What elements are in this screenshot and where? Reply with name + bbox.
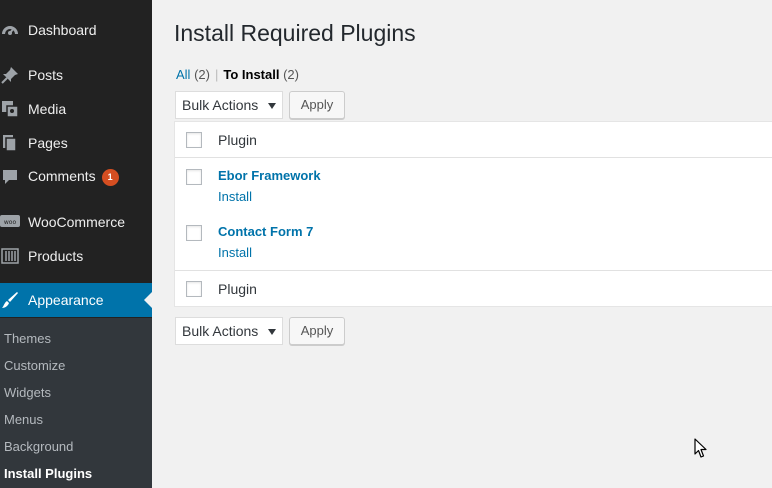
submenu-themes[interactable]: Themes <box>4 331 51 346</box>
filter-all-link[interactable]: All (2) <box>176 67 210 82</box>
menu-item-appearance[interactable]: Appearance <box>0 283 152 317</box>
comment-icon <box>0 167 20 187</box>
bulk-actions-label-top: Bulk Actions <box>182 97 259 113</box>
filter-separator: | <box>214 67 219 82</box>
products-icon <box>0 246 20 266</box>
pages-icon <box>0 133 20 153</box>
menu-label-pages: Pages <box>28 135 68 151</box>
bulk-actions-label-bottom: Bulk Actions <box>182 323 259 339</box>
bulk-actions-select-bottom[interactable]: Bulk Actions <box>175 317 283 345</box>
plugin-filter-links: All (2) | To Install (2) <box>176 67 299 82</box>
submenu-menus[interactable]: Menus <box>4 412 43 427</box>
filter-all-count: (2) <box>194 67 210 82</box>
row-checkbox-ebor-framework[interactable] <box>186 169 202 185</box>
column-footer-plugin: Plugin <box>218 281 257 297</box>
page-title: Install Required Plugins <box>174 20 416 46</box>
submenu-background[interactable]: Background <box>4 439 73 454</box>
woocommerce-icon: woo <box>0 212 20 232</box>
menu-label-dashboard: Dashboard <box>28 22 97 38</box>
column-header-plugin: Plugin <box>218 132 257 148</box>
menu-label-woocommerce: WooCommerce <box>28 214 125 230</box>
table-header-row: Plugin <box>175 122 772 158</box>
filter-to-install-count: (2) <box>283 67 299 82</box>
filter-to-install-link[interactable]: To Install (2) <box>223 67 299 82</box>
apply-button-top[interactable]: Apply <box>289 91 345 119</box>
submenu-widgets[interactable]: Widgets <box>4 385 51 400</box>
main-content: Install Required Plugins All (2) | To Inst… <box>152 0 772 488</box>
plugins-table: Plugin Ebor Framework Install Contact Fo… <box>174 121 772 307</box>
menu-item-products[interactable]: Products <box>0 239 152 273</box>
menu-label-appearance: Appearance <box>28 292 104 308</box>
menu-item-dashboard[interactable]: Dashboard <box>0 13 152 47</box>
menu-label-products: Products <box>28 248 84 264</box>
mouse-cursor-icon <box>694 438 708 465</box>
appearance-submenu: Themes Customize Widgets Menus Backgroun… <box>0 318 152 488</box>
menu-item-woocommerce[interactable]: woo WooCommerce <box>0 205 152 239</box>
pin-icon <box>0 65 20 85</box>
plugin-name-link[interactable]: Ebor Framework <box>218 168 321 183</box>
select-all-checkbox-top[interactable] <box>186 132 202 148</box>
menu-label-media: Media <box>28 101 67 117</box>
svg-text:woo: woo <box>4 219 17 226</box>
install-link[interactable]: Install <box>218 245 252 260</box>
menu-item-posts[interactable]: Posts <box>0 58 152 92</box>
chevron-down-icon <box>268 329 276 335</box>
table-footer-row: Plugin <box>175 270 772 306</box>
chevron-down-icon <box>268 103 276 109</box>
apply-button-bottom[interactable]: Apply <box>289 317 345 345</box>
menu-item-media[interactable]: Media <box>0 92 152 126</box>
menu-item-comments[interactable]: Comments 1 <box>0 160 152 194</box>
plugin-name-link[interactable]: Contact Form 7 <box>218 224 313 239</box>
install-link[interactable]: Install <box>218 189 252 204</box>
media-icon <box>0 99 20 119</box>
row-checkbox-contact-form-7[interactable] <box>186 225 202 241</box>
admin-sidebar: Dashboard Posts Media Pages Comments 1 wo… <box>0 0 152 488</box>
brush-icon <box>0 290 20 310</box>
bulk-actions-select-top[interactable]: Bulk Actions <box>175 91 283 119</box>
submenu-customize[interactable]: Customize <box>4 358 65 373</box>
active-arrow <box>144 292 152 308</box>
menu-label-posts: Posts <box>28 67 64 83</box>
submenu-install-plugins[interactable]: Install Plugins <box>4 466 92 481</box>
menu-item-pages[interactable]: Pages <box>0 126 152 160</box>
dashboard-icon <box>0 20 20 40</box>
menu-label-comments: Comments 1 <box>28 168 119 186</box>
comment-count-badge: 1 <box>101 168 119 186</box>
select-all-checkbox-bottom[interactable] <box>186 281 202 297</box>
